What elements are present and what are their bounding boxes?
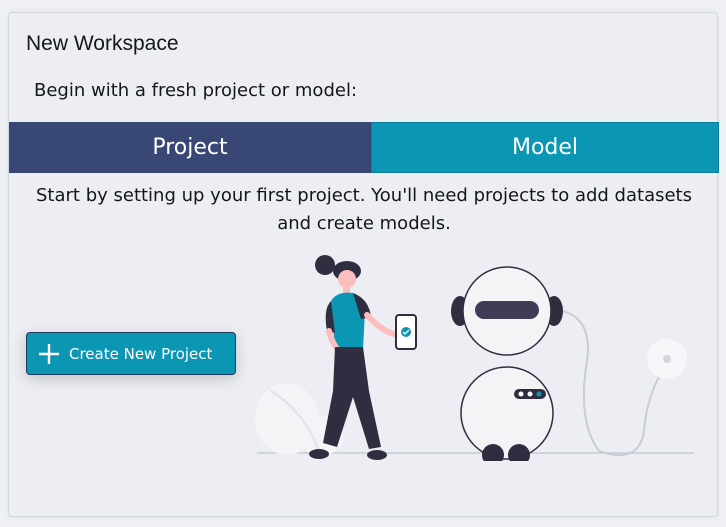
panel-subtitle: Begin with a fresh project or model:	[34, 80, 358, 101]
new-workspace-panel: New Workspace Begin with a fresh project…	[8, 12, 719, 517]
project-description: Start by setting up your first project. …	[36, 185, 692, 234]
robot-figure	[451, 266, 687, 461]
person-and-robot-illustration	[255, 255, 694, 461]
workspace-type-tabs: Project Model	[9, 122, 719, 173]
plus-icon	[39, 343, 59, 364]
tab-project[interactable]: Project	[9, 122, 371, 173]
tab-model[interactable]: Model	[371, 122, 719, 173]
panel-title: New Workspace	[26, 32, 179, 55]
create-new-project-button[interactable]: Create New Project	[26, 332, 236, 375]
create-new-project-label: Create New Project	[69, 344, 213, 363]
